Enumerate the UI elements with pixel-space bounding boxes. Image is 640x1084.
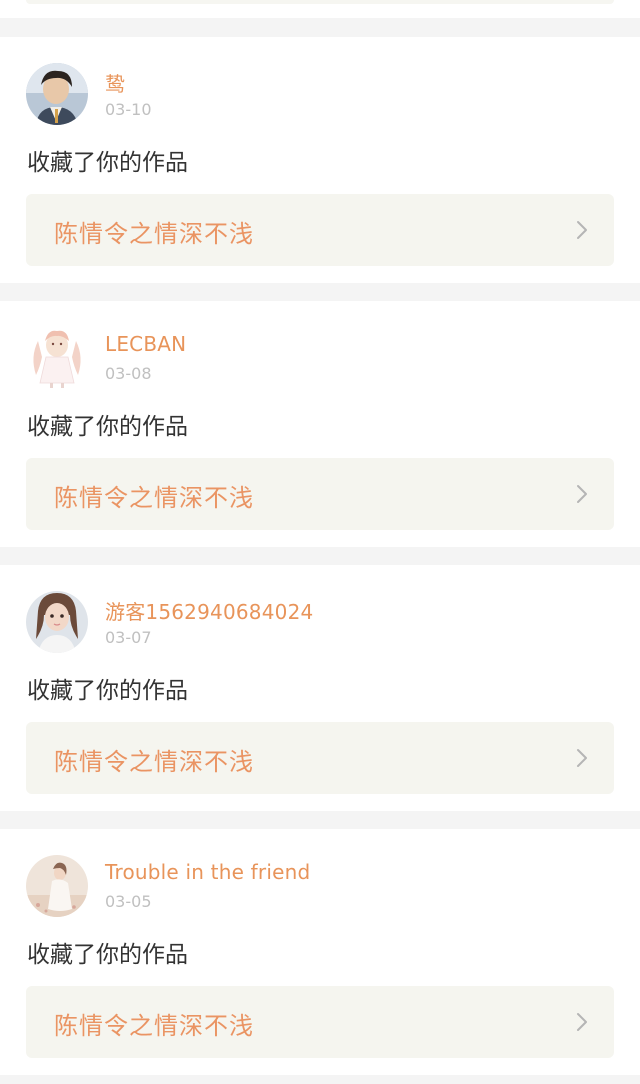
username[interactable]: Trouble in the friend — [105, 860, 310, 884]
user-avatar-icon — [26, 591, 88, 653]
user-avatar-icon — [26, 327, 88, 389]
username[interactable]: 游客1562940684024 — [105, 596, 313, 625]
chevron-right-icon — [577, 221, 587, 239]
notification-card: 鸷 03-10 收藏了你的作品 陈情令之情深不浅 — [0, 37, 640, 283]
work-title: 陈情令之情深不浅 — [54, 484, 254, 512]
username[interactable]: 鸷 — [105, 68, 125, 97]
work-title: 陈情令之情深不浅 — [54, 1012, 254, 1040]
user-avatar[interactable] — [26, 855, 88, 917]
work-link[interactable]: 陈情令之情深不浅 — [26, 722, 614, 794]
work-link[interactable]: 陈情令之情深不浅 — [26, 458, 614, 530]
action-text: 收藏了你的作品 — [27, 414, 188, 440]
notification-card: 游客1562940684024 03-07 收藏了你的作品 陈情令之情深不浅 — [0, 565, 640, 811]
user-avatar[interactable] — [26, 327, 88, 389]
user-avatar-icon — [26, 855, 88, 917]
user-avatar[interactable] — [26, 591, 88, 653]
notification-card: Trouble in the friend 03-05 收藏了你的作品 陈情令之… — [0, 829, 640, 1075]
notification-date: 03-07 — [105, 628, 152, 647]
action-text: 收藏了你的作品 — [27, 942, 188, 968]
action-text: 收藏了你的作品 — [27, 678, 188, 704]
user-avatar-icon — [26, 63, 88, 125]
notification-date: 03-10 — [105, 100, 152, 119]
work-link[interactable]: 陈情令之情深不浅 — [26, 194, 614, 266]
work-title: 陈情令之情深不浅 — [54, 748, 254, 776]
work-link[interactable]: 陈情令之情深不浅 — [26, 986, 614, 1058]
user-avatar[interactable] — [26, 63, 88, 125]
action-text: 收藏了你的作品 — [27, 150, 188, 176]
notification-date: 03-08 — [105, 364, 152, 383]
chevron-right-icon — [577, 749, 587, 767]
previous-notification-card-partial — [0, 0, 640, 18]
chevron-right-icon — [577, 1013, 587, 1031]
notification-date: 03-05 — [105, 892, 152, 911]
previous-work-link-partial[interactable] — [26, 0, 614, 4]
work-title: 陈情令之情深不浅 — [54, 220, 254, 248]
chevron-right-icon — [577, 485, 587, 503]
username[interactable]: LECBAN — [105, 332, 186, 356]
notification-card: LECBAN 03-08 收藏了你的作品 陈情令之情深不浅 — [0, 301, 640, 547]
